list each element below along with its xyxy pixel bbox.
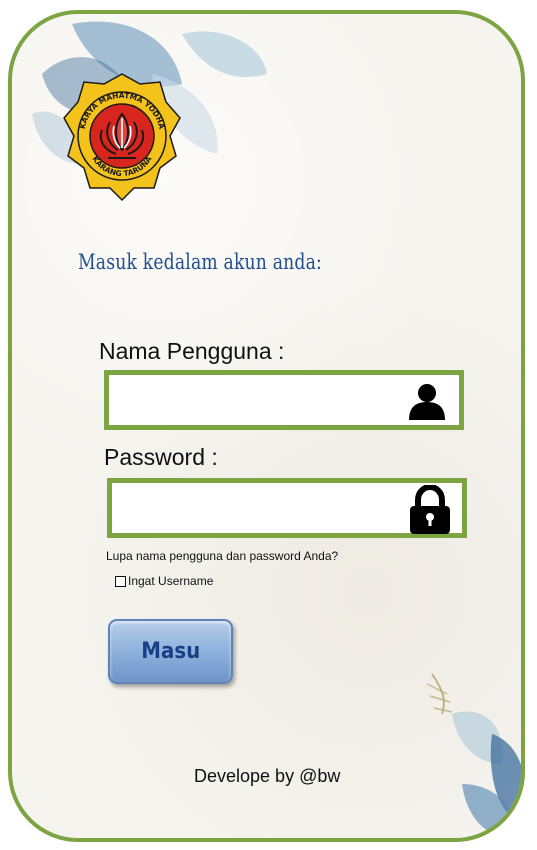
remember-label: Ingat Username <box>128 574 214 588</box>
page-title: Masuk kedalam akun anda: <box>78 250 322 274</box>
password-label: Password : <box>104 444 218 470</box>
lock-icon <box>410 485 450 534</box>
user-icon <box>409 384 445 420</box>
login-button[interactable]: Masu <box>108 619 233 684</box>
remember-username[interactable]: Ingat Username <box>115 574 213 588</box>
login-card: KARYA MAHATMA YODHA KARANG TARUNA Masuk … <box>8 10 525 842</box>
username-label: Nama Pengguna : <box>99 338 285 364</box>
karang-taruna-logo: KARYA MAHATMA YODHA KARANG TARUNA <box>63 73 181 202</box>
leaf-decoration-bottom-right <box>426 673 521 838</box>
remember-checkbox[interactable] <box>115 575 126 587</box>
password-input[interactable] <box>112 483 412 533</box>
username-field[interactable] <box>104 370 464 430</box>
forgot-credentials-link[interactable]: Lupa nama pengguna dan password Anda? <box>106 549 338 563</box>
password-field[interactable] <box>107 478 467 538</box>
footer-credit: Develope by @bw <box>194 766 341 786</box>
username-input[interactable] <box>109 375 409 425</box>
login-button-label: Masu <box>141 639 200 664</box>
